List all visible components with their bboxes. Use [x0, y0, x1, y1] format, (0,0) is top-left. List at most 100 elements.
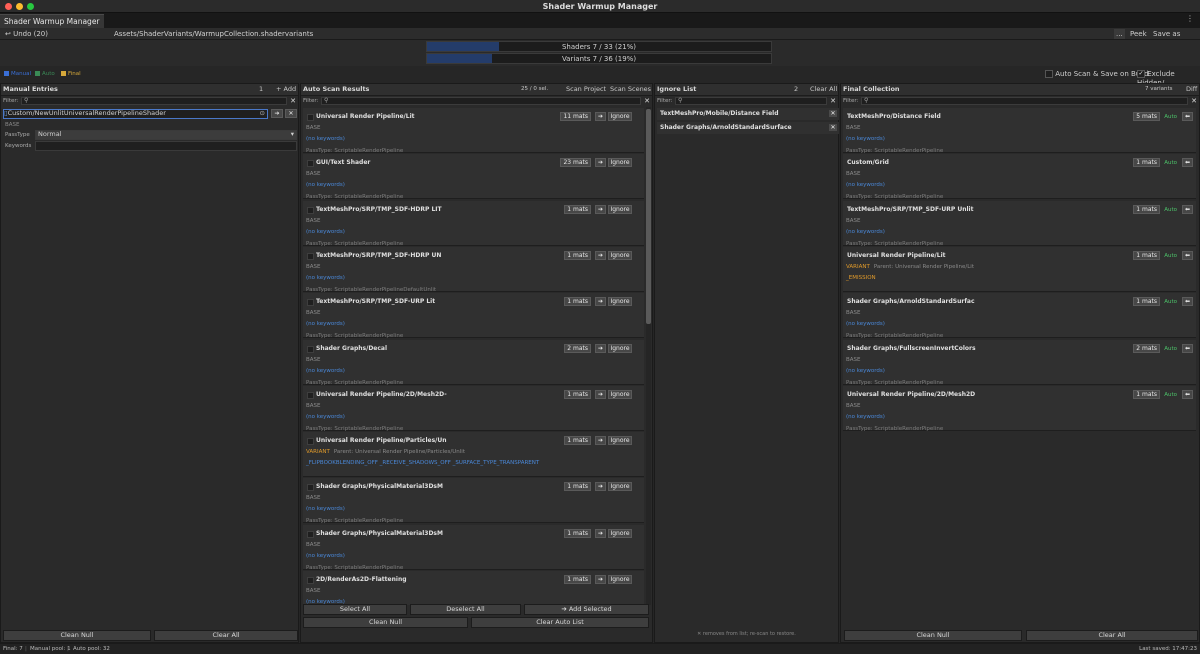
- select-checkbox[interactable]: [307, 484, 314, 492]
- material-count-badge: 5 mats: [1133, 112, 1160, 121]
- scrollbar-thumb[interactable]: [646, 109, 651, 324]
- final-clear-all-button[interactable]: Clear All: [1026, 630, 1198, 641]
- clear-filter-icon[interactable]: ✕: [644, 96, 650, 107]
- manual-clear-all-button[interactable]: Clear All: [154, 630, 298, 641]
- save-as-asset-button[interactable]: Save as Asset: [1151, 29, 1200, 48]
- keywords-text: (no keywords): [306, 506, 345, 513]
- auto-clean-null-button[interactable]: Clean Null: [303, 617, 468, 628]
- return-button[interactable]: ⬅: [1182, 343, 1193, 353]
- minimize-window-button[interactable]: [16, 3, 23, 10]
- more-options-icon[interactable]: ⋮: [1186, 14, 1194, 23]
- add-to-final-button[interactable]: ➔: [595, 436, 606, 446]
- ignore-clear-all-button[interactable]: Clear All: [810, 84, 837, 95]
- manual-filter-input[interactable]: [21, 97, 287, 105]
- add-to-final-button[interactable]: ➔: [595, 528, 606, 538]
- select-checkbox[interactable]: [307, 299, 314, 307]
- return-button[interactable]: ⬅: [1182, 158, 1193, 168]
- ignore-button[interactable]: Ignore: [608, 204, 632, 214]
- ignore-button[interactable]: Ignore: [608, 482, 632, 492]
- ignore-button[interactable]: Ignore: [608, 389, 632, 399]
- select-checkbox[interactable]: [307, 530, 314, 538]
- manual-remove-button[interactable]: ✕: [285, 109, 297, 118]
- passtype-text: PassType: ScriptableRenderPipeline: [846, 148, 944, 154]
- return-button[interactable]: ⬅: [1182, 112, 1193, 121]
- toolbar: ↩ Undo (20) Assets/ShaderVariants/Warmup…: [0, 28, 1200, 48]
- select-checkbox[interactable]: [307, 391, 314, 399]
- passtype-text: PassType: ScriptableRenderPipeline: [306, 194, 404, 201]
- ignore-button[interactable]: Ignore: [608, 575, 632, 584]
- add-to-final-button[interactable]: ➔: [595, 250, 606, 260]
- add-to-final-button[interactable]: ➔: [595, 204, 606, 214]
- auto-scan-checkbox[interactable]: [1045, 70, 1053, 78]
- exclude-hidden-checkbox[interactable]: ✓: [1137, 70, 1145, 78]
- manual-clean-null-button[interactable]: Clean Null: [3, 630, 151, 641]
- undo-button[interactable]: ↩ Undo (20): [3, 29, 50, 39]
- passtype-text: PassType: ScriptableRenderPipeline: [846, 194, 944, 201]
- select-checkbox[interactable]: [307, 114, 314, 121]
- shader-object-field[interactable]: ▯Custom/NewUnlitUniversalRenderPipelineS…: [3, 109, 268, 119]
- shader-name: Custom/Grid: [847, 159, 889, 167]
- select-checkbox[interactable]: [307, 438, 314, 446]
- tab-shader-warmup-manager[interactable]: Shader Warmup Manager: [0, 14, 104, 28]
- manual-filter-label: Filter:: [3, 98, 19, 104]
- select-checkbox[interactable]: [307, 206, 314, 214]
- manual-move-button[interactable]: ➔: [271, 109, 283, 118]
- add-selected-button[interactable]: ➔ Add Selected: [524, 604, 649, 615]
- collection-path-field[interactable]: Assets/ShaderVariants/WarmupCollection.s…: [112, 29, 1112, 39]
- select-checkbox[interactable]: [307, 160, 314, 168]
- add-to-final-button[interactable]: ➔: [595, 389, 606, 399]
- keywords-input[interactable]: [35, 141, 297, 151]
- diff-button[interactable]: Diff: [1186, 84, 1197, 95]
- deselect-all-button[interactable]: Deselect All: [410, 604, 521, 615]
- auto-scan-scrollbar[interactable]: [646, 107, 651, 605]
- passtype-dropdown[interactable]: Normal ▾: [35, 130, 297, 140]
- return-button[interactable]: ⬅: [1182, 204, 1193, 214]
- return-button[interactable]: ⬅: [1182, 297, 1193, 307]
- select-checkbox[interactable]: [307, 577, 314, 584]
- close-window-button[interactable]: [5, 3, 12, 10]
- clear-filter-icon[interactable]: ✕: [1191, 96, 1197, 107]
- ignore-button[interactable]: Ignore: [608, 158, 632, 168]
- return-button[interactable]: ⬅: [1182, 250, 1193, 260]
- clear-filter-icon[interactable]: ✕: [290, 96, 296, 107]
- auto-filter-row: Filter: ⚲ ✕: [301, 96, 652, 107]
- select-checkbox[interactable]: [307, 252, 314, 260]
- add-to-final-button[interactable]: ➔: [595, 482, 606, 492]
- object-picker-icon[interactable]: ⊙: [260, 110, 265, 117]
- browse-button[interactable]: ...: [1114, 29, 1125, 39]
- auto-scan-toggle[interactable]: Auto Scan & Save on Build: [1045, 70, 1149, 79]
- ignore-button[interactable]: Ignore: [608, 343, 632, 353]
- add-to-final-button[interactable]: ➔: [595, 297, 606, 307]
- return-button[interactable]: ⬅: [1182, 389, 1193, 399]
- scan-project-button[interactable]: Scan Project: [566, 84, 606, 95]
- select-all-button[interactable]: Select All: [303, 604, 407, 615]
- shader-type-label: BASE: [306, 541, 321, 548]
- ignore-button[interactable]: Ignore: [608, 528, 632, 538]
- remove-ignore-button[interactable]: ✕: [829, 124, 837, 131]
- ignore-button[interactable]: Ignore: [608, 112, 632, 121]
- select-checkbox[interactable]: [307, 345, 314, 353]
- clear-auto-list-button[interactable]: Clear Auto List: [471, 617, 649, 628]
- ignore-button[interactable]: Ignore: [608, 436, 632, 446]
- ignore-button[interactable]: Ignore: [608, 297, 632, 307]
- maximize-window-button[interactable]: [27, 3, 34, 10]
- add-to-final-button[interactable]: ➔: [595, 575, 606, 584]
- ignore-hint: ✕ removes from list; re-scan to restore.: [697, 631, 796, 637]
- final-collection-item: Universal Render Pipeline/2D/Mesh2D 1 mat…: [843, 385, 1196, 432]
- keywords-text: _EMISSION: [846, 274, 876, 281]
- scan-scenes-button[interactable]: Scan Scenes: [610, 84, 651, 95]
- final-clean-null-button[interactable]: Clean Null: [844, 630, 1022, 641]
- peek-button[interactable]: Peek: [1128, 29, 1149, 39]
- add-to-final-button[interactable]: ➔: [595, 343, 606, 353]
- ignore-button[interactable]: Ignore: [608, 250, 632, 260]
- add-entry-button[interactable]: + Add: [276, 84, 296, 95]
- material-count-badge: 1 mats: [1133, 250, 1160, 260]
- final-filter-input[interactable]: [861, 97, 1188, 105]
- remove-ignore-button[interactable]: ✕: [829, 110, 837, 117]
- add-to-final-button[interactable]: ➔: [595, 112, 606, 121]
- ignore-filter-input[interactable]: [675, 97, 827, 105]
- add-to-final-button[interactable]: ➔: [595, 158, 606, 168]
- auto-filter-input[interactable]: [321, 97, 641, 105]
- ignore-filter-label: Filter:: [657, 98, 673, 104]
- clear-filter-icon[interactable]: ✕: [830, 96, 836, 107]
